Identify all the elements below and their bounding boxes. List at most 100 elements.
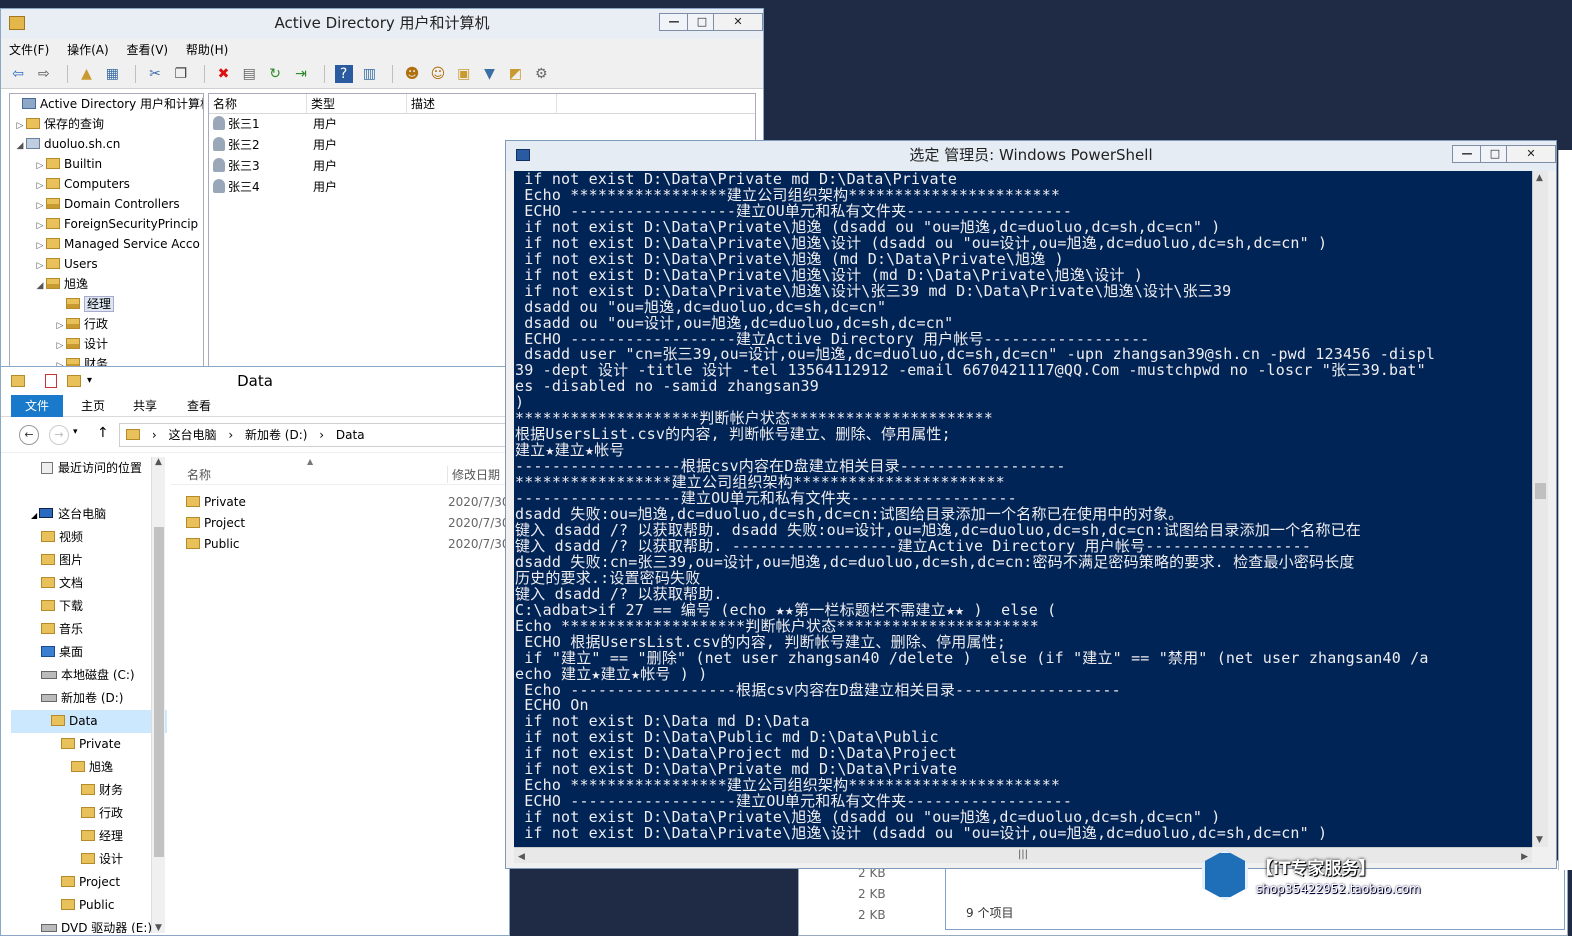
forward-arrow-icon[interactable]: ⇨ <box>35 65 53 83</box>
tree-item-saved-queries[interactable]: ▷ 保存的查询 <box>10 114 203 134</box>
nav-item-drive-c[interactable]: 本地磁盘 (C:) <box>11 664 167 687</box>
nav-item-drive-d[interactable]: 新加卷 (D:) <box>11 687 167 710</box>
help-icon[interactable]: ? <box>334 65 353 83</box>
console-output[interactable]: if not exist D:\Data\Private md D:\Data\… <box>514 171 1532 847</box>
up-button[interactable]: ↑ <box>97 425 109 441</box>
breadcrumb-separator-icon[interactable]: › <box>152 428 157 442</box>
nav-item-data[interactable]: Data <box>11 710 167 733</box>
new-group-icon[interactable]: ☺ <box>429 65 447 83</box>
tab-file[interactable]: 文件 <box>11 395 64 417</box>
console-vertical-scrollbar[interactable]: ▲ ▼ <box>1532 171 1548 847</box>
nav-item-project[interactable]: Project <box>11 871 167 894</box>
nav-item-this-pc[interactable]: ◢ 这台电脑 <box>11 503 167 526</box>
menu-help[interactable]: 帮助(H) <box>186 43 228 57</box>
expand-arrow-icon[interactable]: ▷ <box>54 316 66 336</box>
nav-item-design[interactable]: 设计 <box>11 848 167 871</box>
expand-arrow-icon[interactable]: ▷ <box>34 176 46 196</box>
tree-item-design[interactable]: ▷ 设计 <box>10 334 203 354</box>
breadcrumb-this-pc[interactable]: 这台电脑 <box>168 428 216 442</box>
column-header-name[interactable]: 名称 <box>209 94 307 114</box>
chevron-down-icon[interactable]: ▾ <box>87 367 92 395</box>
expand-arrow-icon[interactable]: ▷ <box>34 156 46 176</box>
forward-button[interactable]: → <box>49 425 69 445</box>
back-button[interactable]: ← <box>19 425 39 445</box>
back-arrow-icon[interactable]: ⇦ <box>9 65 27 83</box>
copy-icon[interactable]: ❐ <box>172 65 190 83</box>
cut-icon[interactable]: ✂ <box>146 65 164 83</box>
scroll-up-icon[interactable]: ▲ <box>155 457 162 467</box>
properties-icon[interactable] <box>45 374 57 388</box>
menu-file[interactable]: 文件(F) <box>9 43 49 57</box>
menu-action[interactable]: 操作(A) <box>67 43 109 57</box>
column-header-name[interactable]: 名称 <box>187 466 211 483</box>
tree-item-manager[interactable]: 经理 <box>10 294 203 314</box>
delete-icon[interactable]: ✖ <box>214 65 232 83</box>
quick-access-folder-icon[interactable] <box>11 375 25 387</box>
expand-arrow-icon[interactable]: ▷ <box>54 336 66 356</box>
nav-item-dvd[interactable]: DVD 驱动器 (E:) <box>11 917 167 933</box>
tab-home[interactable]: 主页 <box>67 395 119 417</box>
collapse-arrow-icon[interactable]: ◢ <box>34 276 46 296</box>
nav-item-manager[interactable]: 经理 <box>11 825 167 848</box>
scrollbar-thumb[interactable] <box>1535 483 1546 499</box>
column-header-type[interactable]: 类型 <box>307 94 407 114</box>
filter-icon[interactable]: ▼ <box>481 65 499 83</box>
add-to-group-icon[interactable]: ◩ <box>506 65 524 83</box>
close-button[interactable]: ✕ <box>713 13 763 31</box>
breadcrumb-separator-icon[interactable]: › <box>319 428 324 442</box>
expand-arrow-icon[interactable]: ▷ <box>34 236 46 256</box>
breadcrumb[interactable]: › 这台电脑 › 新加卷 (D:) › Data <box>119 423 511 447</box>
file-row[interactable]: Public 2020/7/30 <box>186 534 510 555</box>
expand-arrow-icon[interactable]: ▷ <box>34 216 46 236</box>
expand-arrow-icon[interactable]: ▷ <box>14 116 26 136</box>
tab-share[interactable]: 共享 <box>119 395 171 417</box>
delegate-icon[interactable]: ⚙ <box>532 65 550 83</box>
tree-item-managed-service[interactable]: ▷ Managed Service Acco <box>10 234 203 254</box>
scroll-down-icon[interactable]: ▼ <box>1536 835 1543 845</box>
close-button[interactable]: ✕ <box>1506 145 1556 163</box>
tree-item-builtin[interactable]: ▷ Builtin <box>10 154 203 174</box>
nav-scrollbar[interactable]: ▲ ▼ <box>151 457 165 933</box>
scrollbar-grip-icon[interactable]: ||| <box>1018 849 1028 860</box>
expand-arrow-icon[interactable]: ◢ <box>31 511 37 520</box>
nav-item-pictures[interactable]: 图片 <box>11 549 167 572</box>
scroll-right-icon[interactable]: ▶ <box>1521 850 1528 864</box>
menu-view[interactable]: 查看(V) <box>127 43 169 57</box>
file-row[interactable]: Private 2020/7/30 <box>186 492 510 513</box>
table-row[interactable]: 张三1 用户 <box>209 114 755 135</box>
show-hide-icon[interactable]: ▥ <box>360 65 378 83</box>
breadcrumb-data[interactable]: Data <box>336 428 365 442</box>
nav-item-music[interactable]: 音乐 <box>11 618 167 641</box>
nav-item-documents[interactable]: 文档 <box>11 572 167 595</box>
file-row[interactable]: Project 2020/7/30 <box>186 513 510 534</box>
minimize-button[interactable]: — <box>659 13 689 31</box>
expand-arrow-icon[interactable]: ▷ <box>34 256 46 276</box>
nav-item-finance[interactable]: 财务 <box>11 779 167 802</box>
scroll-left-icon[interactable]: ◀ <box>518 850 525 864</box>
scrollbar-thumb[interactable] <box>154 527 164 857</box>
nav-item-recent[interactable]: 最近访问的位置 <box>11 457 167 480</box>
tab-view[interactable]: 查看 <box>173 395 225 417</box>
expand-arrow-icon[interactable]: ▷ <box>34 196 46 216</box>
tree-item-xuyi[interactable]: ◢ 旭逸 <box>10 274 203 294</box>
tree-item-root[interactable]: Active Directory 用户和计算机 <box>10 94 203 114</box>
up-folder-icon[interactable]: ▲ <box>77 65 95 83</box>
tree-item-foreign-security[interactable]: ▷ ForeignSecurityPrincip <box>10 214 203 234</box>
scroll-down-icon[interactable]: ▼ <box>155 923 162 933</box>
nav-item-videos[interactable]: 视频 <box>11 526 167 549</box>
column-header-date[interactable]: 修改日期 <box>447 466 500 483</box>
nav-item-private[interactable]: Private <box>11 733 167 756</box>
properties-icon[interactable]: ▤ <box>240 65 258 83</box>
nav-item-admin[interactable]: 行政 <box>11 802 167 825</box>
breadcrumb-drive-d[interactable]: 新加卷 (D:) <box>245 428 307 442</box>
nav-item-downloads[interactable]: 下载 <box>11 595 167 618</box>
refresh-icon[interactable]: ↻ <box>266 65 284 83</box>
breadcrumb-separator-icon[interactable]: › <box>228 428 233 442</box>
tree-item-domain[interactable]: ◢ duoluo.sh.cn <box>10 134 203 154</box>
tree-item-domain-controllers[interactable]: ▷ Domain Controllers <box>10 194 203 214</box>
scroll-up-icon[interactable]: ▲ <box>1536 173 1543 183</box>
new-folder-icon[interactable] <box>67 375 81 387</box>
collapse-arrow-icon[interactable]: ◢ <box>14 136 26 156</box>
minimize-button[interactable]: — <box>1452 145 1482 163</box>
nav-item-xuyi[interactable]: 旭逸 <box>11 756 167 779</box>
